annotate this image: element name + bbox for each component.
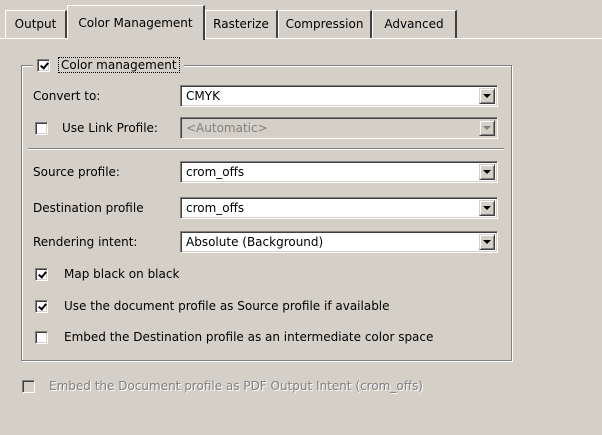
embed-output-intent-checkbox[interactable] — [22, 379, 35, 393]
source-profile-label: Source profile: — [33, 165, 120, 179]
chevron-down-icon[interactable] — [479, 164, 495, 180]
use-document-profile-option[interactable]: Use the document profile as Source profi… — [35, 298, 390, 314]
use-link-profile-label: Use Link Profile: — [62, 121, 158, 135]
use-link-profile-row[interactable]: Use Link Profile: — [35, 120, 158, 136]
embed-destination-checkbox[interactable] — [35, 330, 48, 344]
use-document-profile-checkbox[interactable] — [35, 299, 48, 313]
convert-to-label: Convert to: — [33, 89, 101, 103]
color-management-checkbox[interactable] — [37, 58, 50, 72]
use-link-profile-checkbox[interactable] — [35, 121, 48, 135]
use-document-profile-label: Use the document profile as Source profi… — [64, 299, 390, 313]
rendering-intent-value: Absolute (Background) — [186, 235, 324, 249]
embed-destination-option[interactable]: Embed the Destination profile as an inte… — [35, 329, 433, 345]
chevron-down-icon[interactable] — [479, 234, 495, 250]
convert-to-value: CMYK — [186, 89, 220, 103]
tab-rasterize[interactable]: Rasterize — [205, 10, 278, 38]
source-profile-dropdown[interactable]: crom_offs — [180, 161, 498, 183]
link-profile-value: <Automatic> — [186, 121, 268, 135]
convert-to-dropdown[interactable]: CMYK — [180, 85, 498, 107]
embed-output-intent-option[interactable]: Embed the Document profile as PDF Output… — [22, 378, 423, 394]
tab-color-management[interactable]: Color Management — [67, 5, 205, 40]
destination-profile-dropdown[interactable]: crom_offs — [180, 197, 498, 219]
chevron-down-icon — [479, 120, 495, 136]
chevron-down-icon[interactable] — [479, 88, 495, 104]
map-black-label: Map black on black — [64, 267, 180, 281]
source-profile-value: crom_offs — [186, 165, 245, 179]
embed-output-intent-label: Embed the Document profile as PDF Output… — [49, 379, 423, 393]
link-profile-dropdown[interactable]: <Automatic> — [180, 117, 498, 139]
color-management-toggle[interactable]: Color management — [33, 55, 184, 75]
map-black-checkbox[interactable] — [35, 267, 48, 281]
rendering-intent-dropdown[interactable]: Absolute (Background) — [180, 231, 498, 253]
tab-compression[interactable]: Compression — [278, 10, 372, 38]
separator — [28, 148, 504, 149]
color-management-label: Color management — [58, 57, 180, 73]
chevron-down-icon[interactable] — [479, 200, 495, 216]
tab-strip: Output Color Management Rasterize Compre… — [0, 0, 602, 40]
map-black-option[interactable]: Map black on black — [35, 266, 179, 282]
embed-destination-label: Embed the Destination profile as an inte… — [64, 330, 434, 344]
destination-profile-value: crom_offs — [186, 201, 245, 215]
destination-profile-label: Destination profile — [33, 201, 144, 215]
rendering-intent-label: Rendering intent: — [33, 235, 138, 249]
tab-advanced[interactable]: Advanced — [372, 10, 457, 38]
tab-output[interactable]: Output — [5, 10, 67, 38]
